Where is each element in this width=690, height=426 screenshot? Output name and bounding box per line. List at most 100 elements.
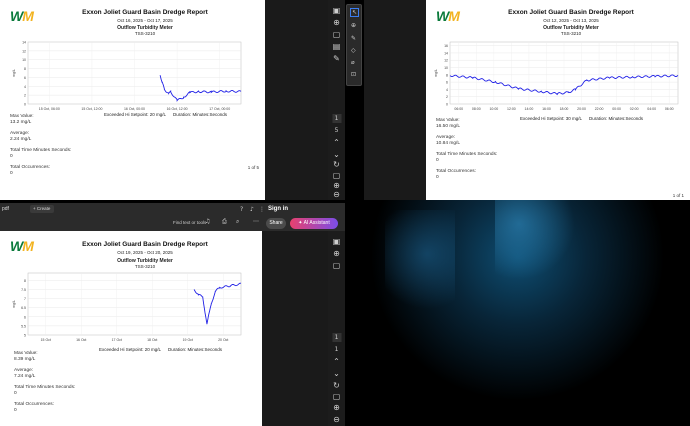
bottom-viewer: pdf + Create Find text or tools ♫ ⎙ ⌕ ? … — [0, 203, 345, 426]
chart-3: 5 5.5 6 6.5 7 7.5 8 15 Oct 16 Oct 17 Oct 18 Oct 19 … — [12, 272, 242, 342]
stats-block: Max Value: 13.2 mg/L Average: 2.24 mg/L … — [10, 114, 130, 177]
toolbar-icon-3[interactable]: ▢ — [332, 30, 341, 39]
x-tick-label: 20:00 — [577, 107, 586, 111]
next-page-icon[interactable]: ⌄ — [332, 369, 341, 378]
stats-block: Max Value: 16.50 mg/L Average: 10.84 mg/… — [436, 118, 556, 181]
toolbar-icon-4[interactable]: ▤ — [332, 42, 341, 51]
x-tick-label: 16 Oct, 12:00 — [167, 107, 188, 111]
max-value: 16.50 mg/L — [436, 123, 461, 129]
total-occ-value: 0 — [436, 174, 439, 180]
right-toolbar-1: ▣ ⊕ ▢ ▤ ✎ 1 5 ⌃ ⌄ ↻ ▢ ⊕ ⊖ — [328, 0, 345, 200]
cursor-tool-icon[interactable]: ↖ — [350, 8, 359, 17]
wallpaper-petal-2 — [385, 210, 455, 320]
refresh-icon[interactable]: ↻ — [332, 381, 341, 390]
y-tick-label: 8 — [446, 73, 448, 77]
top-left-viewer: WM Exxon Joliet Guard Basin Dredge Repor… — [0, 0, 345, 200]
max-value: 13.2 mg/L — [10, 119, 32, 125]
x-tick-label: 15 Oct, 06:00 — [39, 107, 60, 111]
zoom-in-icon[interactable]: ⊕ — [332, 403, 341, 412]
x-tick-label: 18 Oct — [147, 338, 157, 342]
y-tick-label: 7 — [24, 297, 26, 301]
y-tick-label: 10 — [444, 66, 448, 70]
meter-id: TSS-3210 — [134, 31, 156, 36]
max-value: 8.39 mg/L — [14, 356, 36, 362]
save-icon[interactable]: ▢ — [332, 171, 341, 180]
grid-icon[interactable]: ⋮ — [259, 206, 265, 213]
toolbar-icon-3[interactable]: ▢ — [332, 261, 341, 270]
y-tick-label: 2 — [24, 94, 26, 98]
scan-tool-icon[interactable]: ⊡ — [351, 71, 356, 78]
viewer-top-bar: pdf + Create Find text or tools ♫ ⎙ ⌕ ? … — [0, 203, 345, 231]
total-time-value: 0 — [10, 153, 13, 159]
find-text-input[interactable]: Find text or tools — [173, 220, 206, 225]
duration-text: Duration: Minutes:Seconds — [588, 116, 644, 121]
page-number: 1 of 5 — [247, 165, 259, 170]
search-icon[interactable]: ⌕ — [236, 218, 239, 226]
avg-value: 2.24 mg/L — [10, 136, 32, 142]
zoom-out-icon[interactable]: ⊖ — [332, 190, 341, 199]
comment-tool-icon[interactable]: ⊕ — [351, 22, 356, 29]
save-icon[interactable]: ▢ — [332, 392, 341, 401]
prev-page-icon[interactable]: ⌃ — [332, 357, 341, 366]
toolbar-icon-1[interactable]: ▣ — [332, 6, 341, 15]
page-total: 1 — [334, 346, 339, 353]
x-tick-label: 14:00 — [525, 107, 534, 111]
pen-tool-icon[interactable]: ✎ — [351, 35, 356, 42]
x-tick-label: 16 Oct, 00:00 — [124, 107, 145, 111]
next-page-icon[interactable]: ⌄ — [332, 150, 341, 159]
toolbar-icon-2[interactable]: ⊕ — [332, 18, 341, 27]
x-tick-label: 17 Oct, 00:00 — [209, 107, 230, 111]
y-tick-label: 0 — [24, 103, 26, 107]
y-tick-label: 8 — [24, 279, 26, 283]
prev-page-icon[interactable]: ⌃ — [332, 138, 341, 147]
x-tick-label: 22:00 — [595, 107, 604, 111]
total-occ-value: 0 — [14, 407, 17, 413]
report-page-3: WM Exxon Joliet Guard Basin Dredge Repor… — [0, 231, 262, 426]
page-input[interactable]: 1 — [332, 114, 341, 123]
avg-value: 10.84 mg/L — [436, 140, 461, 146]
wm-logo: WM — [10, 8, 34, 24]
bell-icon[interactable]: ♪ — [250, 206, 254, 213]
avg-value: 7.24 mg/L — [14, 373, 36, 379]
page-total: 5 — [334, 127, 339, 134]
y-tick-label: 4 — [24, 85, 26, 89]
menu-icon[interactable]: ⋯ — [253, 218, 259, 225]
y-tick-label: 16 — [444, 44, 448, 48]
ai-assistant-button[interactable]: ✦ AI Assistant — [290, 218, 338, 229]
report-page-2: WM Exxon Joliet Guard Basin Dredge Repor… — [426, 0, 690, 200]
y-axis-label: mg/L — [12, 69, 16, 77]
zoom-out-icon[interactable]: ⊖ — [332, 415, 341, 424]
page-input[interactable]: 1 — [332, 333, 341, 342]
help-icon[interactable]: ? — [240, 206, 243, 213]
top-right-viewer: WM Exxon Joliet Guard Basin Dredge Repor… — [364, 0, 690, 200]
wallpaper-petal — [495, 200, 575, 280]
x-tick-label: 16:00 — [542, 107, 551, 111]
create-button[interactable]: + Create — [30, 205, 54, 213]
y-tick-label: 12 — [444, 59, 448, 63]
report-dates: Oct 19, 2025 - Oct 20, 2025 — [117, 250, 173, 255]
eraser-tool-icon[interactable]: ◇ — [351, 47, 356, 54]
x-tick-label: 00:00 — [612, 107, 621, 111]
wm-logo: WM — [436, 8, 460, 24]
chart-1: 0 2 4 6 8 10 12 14 15 Oct, 06:00 15 Oct, 12:00 16 … — [12, 41, 242, 111]
y-axis-label: mg/L — [434, 69, 438, 77]
toolbar-icon-5[interactable]: ✎ — [332, 54, 341, 63]
y-tick-label: 0 — [446, 103, 448, 107]
y-tick-label: 6 — [24, 315, 26, 319]
x-tick-label: 19 Oct — [183, 338, 193, 342]
zoom-in-icon[interactable]: ⊕ — [332, 181, 341, 190]
select-tool-icon[interactable]: ⌀ — [351, 59, 355, 66]
print-icon[interactable]: ⎙ — [222, 218, 227, 226]
toolbar-icon-1[interactable]: ▣ — [332, 237, 341, 246]
sign-in-link[interactable]: Sign in — [268, 206, 288, 212]
total-time-value: 0 — [436, 157, 439, 163]
headphones-icon[interactable]: ♫ — [205, 218, 210, 225]
x-tick-label: 12:00 — [507, 107, 516, 111]
refresh-icon[interactable]: ↻ — [332, 160, 341, 169]
share-button[interactable]: Share — [266, 218, 286, 229]
page-number: 1 of 1 — [672, 193, 684, 198]
tool-palette: ↖ ⊕ ✎ ◇ ⌀ ⊡ — [346, 4, 362, 86]
file-tab[interactable]: pdf — [2, 206, 9, 212]
total-time-value: 0 — [14, 390, 17, 396]
toolbar-icon-2[interactable]: ⊕ — [332, 249, 341, 258]
